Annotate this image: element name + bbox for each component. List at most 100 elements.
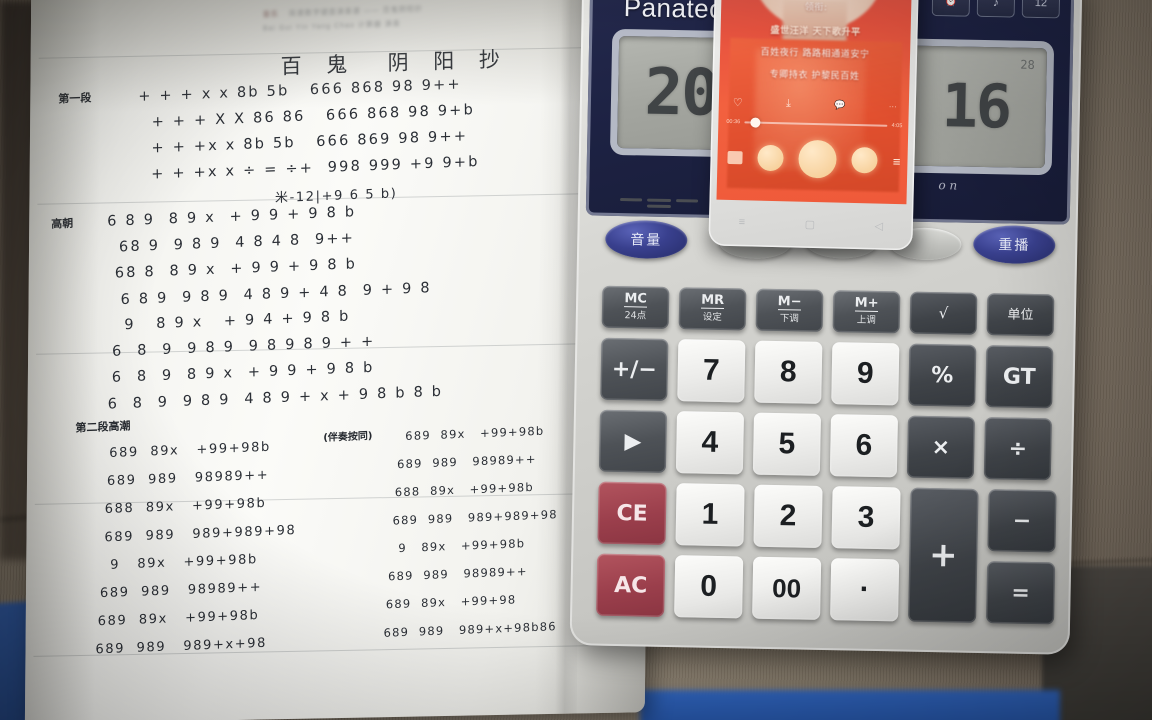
m-minus-key[interactable]: M− 下调 xyxy=(755,288,824,332)
key-9[interactable]: 9 xyxy=(831,342,900,406)
key-1-label: 1 xyxy=(701,497,719,531)
key-row-memory: MC 24点 MR 设定 M− 下调 M+ 上调 √ 单位 xyxy=(601,285,1055,337)
repeat-mode-button[interactable] xyxy=(727,150,743,164)
m-minus-key-label: M− xyxy=(777,294,802,311)
smartphone[interactable]: 领衔: 盛世汪洋 天下歌升平 百姓夜行 路路相通道安宁 专卿持衣 护黎民百姓 ♡… xyxy=(708,0,920,251)
volume-button-label: 音量 xyxy=(630,232,663,249)
key-7[interactable]: 7 xyxy=(677,339,746,403)
gt-key[interactable]: GT xyxy=(985,345,1054,409)
key-7-label: 7 xyxy=(702,353,720,387)
plus-minus-key[interactable]: +/− xyxy=(600,337,669,401)
notation-line: 6 8 9 9 8 9 4 8 9 + 4 8 9 + 9 8 xyxy=(120,280,432,309)
music-button[interactable]: ♪ xyxy=(976,0,1016,18)
decimal-key[interactable]: · xyxy=(830,558,900,622)
play-pause-button[interactable] xyxy=(798,139,838,179)
total-time: 4:05 xyxy=(891,122,903,130)
section-label-2: 高朝 xyxy=(51,216,74,231)
notation-line: 689 89x +99+98b xyxy=(97,608,260,630)
next-track-button[interactable] xyxy=(851,146,879,174)
key-2[interactable]: 2 xyxy=(753,484,823,548)
divide-key[interactable]: ÷ xyxy=(983,417,1052,481)
menu-nav-icon[interactable]: ≡ xyxy=(739,216,746,228)
notation-line: 68 8 8 9 x + 9 9 + 9 8 b xyxy=(114,256,358,282)
key-0[interactable]: 0 xyxy=(674,555,744,619)
notation-line: 689 989 98989++ xyxy=(387,564,528,584)
speaker-slit xyxy=(647,198,672,203)
twelve-hour-icon: 12 xyxy=(1034,0,1048,10)
plus-minus-icon: +/− xyxy=(611,356,658,383)
phone-screen[interactable]: 领衔: 盛世汪洋 天下歌升平 百姓夜行 路路相通道安宁 专卿持衣 护黎民百姓 ♡… xyxy=(716,0,913,205)
hour-format-button[interactable]: 12 xyxy=(1021,0,1061,19)
ce-key[interactable]: CE xyxy=(597,481,667,545)
notation-line: 9 89x +99+98b xyxy=(398,536,526,556)
mr-key-label: MR xyxy=(701,292,725,310)
previous-track-button[interactable] xyxy=(757,144,784,172)
m-plus-key-label: M+ xyxy=(854,295,879,313)
alarm-button[interactable]: ⏰ xyxy=(931,0,971,17)
percent-key[interactable]: % xyxy=(908,343,977,407)
ac-key-label: AC xyxy=(613,572,648,599)
m-plus-key-sublabel: 上调 xyxy=(856,314,876,326)
back-nav-icon[interactable]: ◁ xyxy=(874,219,883,232)
multiply-icon: × xyxy=(931,434,951,460)
mc-key[interactable]: MC 24点 xyxy=(601,285,670,329)
play-key[interactable]: ▶ xyxy=(598,409,668,473)
key-8[interactable]: 8 xyxy=(754,340,823,404)
mr-key[interactable]: MR 设定 xyxy=(678,287,747,331)
key-col-2-00: 2 00 xyxy=(752,484,823,620)
lyrics-line-1: 盛世汪洋 天下歌升平 xyxy=(770,25,861,39)
notation-line: 689 89x +99+98 xyxy=(385,592,517,612)
unit-key[interactable]: 单位 xyxy=(986,293,1055,337)
equals-key[interactable]: = xyxy=(986,561,1056,625)
notation-line: 688 89x +99+98b xyxy=(394,479,534,500)
more-icon[interactable]: ··· xyxy=(889,102,897,111)
key-col-1-0: 1 0 xyxy=(674,483,745,619)
notebook-printed-header: 音乐 简谱数字键盘演奏谱 —— 百鬼阴阳抄 Bai Gui Yin Yang Ch… xyxy=(263,0,513,43)
minus-key[interactable]: − xyxy=(987,489,1057,553)
key-4[interactable]: 4 xyxy=(675,411,745,475)
key-3-label: 3 xyxy=(857,500,875,534)
speaker-grille xyxy=(620,198,699,209)
ac-key[interactable]: AC xyxy=(596,553,666,617)
notation-line: 689 989 98989++ xyxy=(99,579,263,602)
sqrt-key[interactable]: √ xyxy=(909,291,978,335)
multiply-key[interactable]: × xyxy=(906,415,975,479)
music-note-icon: ♪ xyxy=(992,0,1000,10)
key-5-label: 5 xyxy=(778,427,796,461)
key-block-lower: CE AC 1 0 2 00 3 · + − = xyxy=(596,481,1057,625)
key-00[interactable]: 00 xyxy=(752,556,822,620)
speaker-slit xyxy=(646,204,671,209)
progress-knob[interactable] xyxy=(750,117,761,128)
header-line-1: 简谱数字键盘演奏谱 —— 百鬼阴阳抄 xyxy=(288,5,423,18)
calculator-brand: Panatec xyxy=(623,0,723,24)
ce-key-label: CE xyxy=(616,500,648,527)
playback-controls: ≡ xyxy=(727,138,900,180)
lcd-display-right: 16 28 xyxy=(904,45,1048,169)
key-6[interactable]: 6 xyxy=(829,414,898,478)
divide-icon: ÷ xyxy=(1008,436,1028,462)
key-3[interactable]: 3 xyxy=(831,486,901,550)
key-5[interactable]: 5 xyxy=(752,412,822,476)
key-1[interactable]: 1 xyxy=(675,483,745,547)
home-nav-icon[interactable]: ▢ xyxy=(805,217,816,230)
lcd-value-left: 20 xyxy=(643,55,719,131)
plus-icon: + xyxy=(928,535,958,576)
comment-icon[interactable]: 💬 xyxy=(834,99,845,110)
notation-line: + + +x x ÷ = ÷+ 998 999 +9 9+b xyxy=(137,153,480,184)
header-tag: 音乐 xyxy=(262,10,279,19)
playlist-icon[interactable]: ≡ xyxy=(893,153,900,168)
lyrics-label: 领衔: xyxy=(804,2,828,14)
plus-key[interactable]: + xyxy=(908,487,979,623)
minus-icon: − xyxy=(1012,508,1032,534)
notation-line: 68 9 9 8 9 4 8 4 8 9++ xyxy=(118,230,356,256)
m-minus-key-sublabel: 下调 xyxy=(779,313,799,325)
download-icon[interactable]: ⤓ xyxy=(786,97,791,110)
heart-icon[interactable]: ♡ xyxy=(733,96,743,109)
lcd-subvalue-right: 28 xyxy=(1020,57,1035,72)
section-label-3: 第二段高潮 xyxy=(75,419,131,435)
phone-navigation-bar: ≡ ▢ ◁ xyxy=(708,201,913,246)
lcd-value-right: 16 xyxy=(941,71,1011,143)
key-col-minus-equals: − = xyxy=(986,489,1057,625)
notation-line: 9 8 9 x + 9 4 + 9 8 b xyxy=(124,308,351,334)
m-plus-key[interactable]: M+ 上调 xyxy=(832,290,901,334)
